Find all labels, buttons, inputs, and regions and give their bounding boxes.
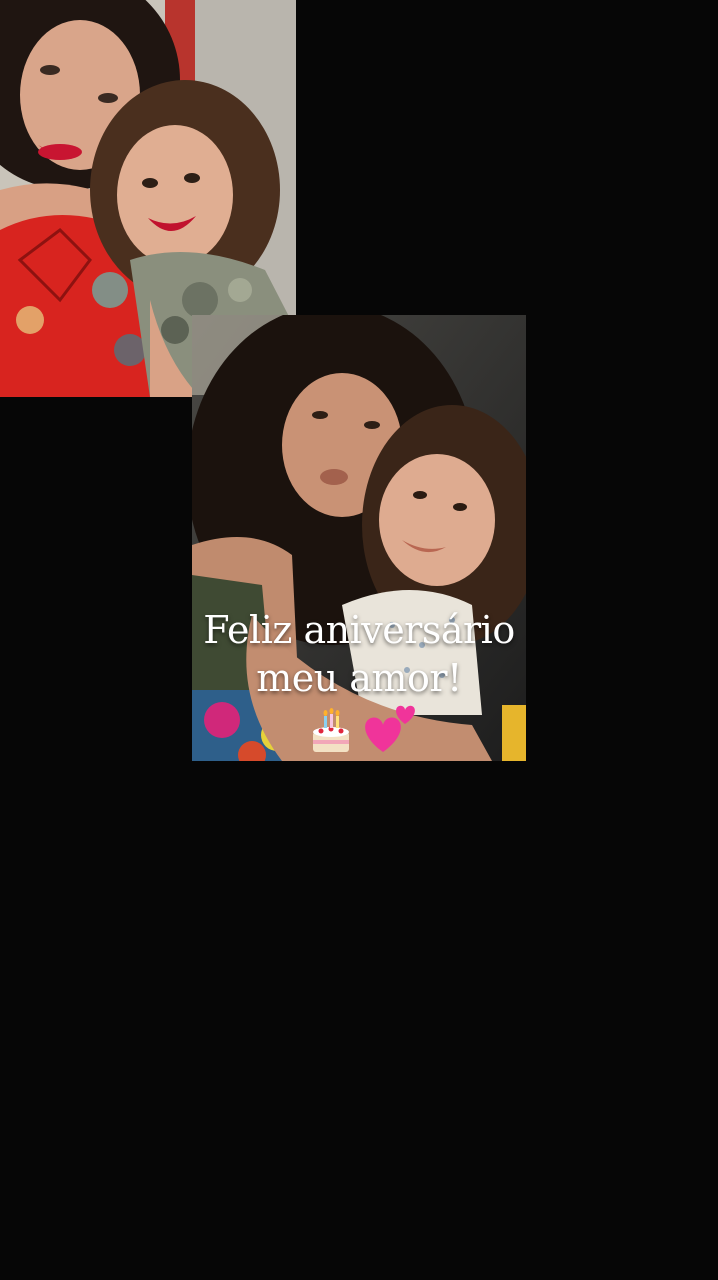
emoji-stickers xyxy=(305,700,425,760)
birthday-cake-icon xyxy=(313,708,349,752)
birthday-caption: Feliz aniversário meu amor! xyxy=(192,606,526,702)
two-hearts-icon xyxy=(365,705,415,752)
caption-line-1: Feliz aniversário xyxy=(203,608,515,652)
caption-line-2: meu amor! xyxy=(256,656,462,700)
story-canvas: Feliz aniversário meu amor! xyxy=(0,0,718,1280)
